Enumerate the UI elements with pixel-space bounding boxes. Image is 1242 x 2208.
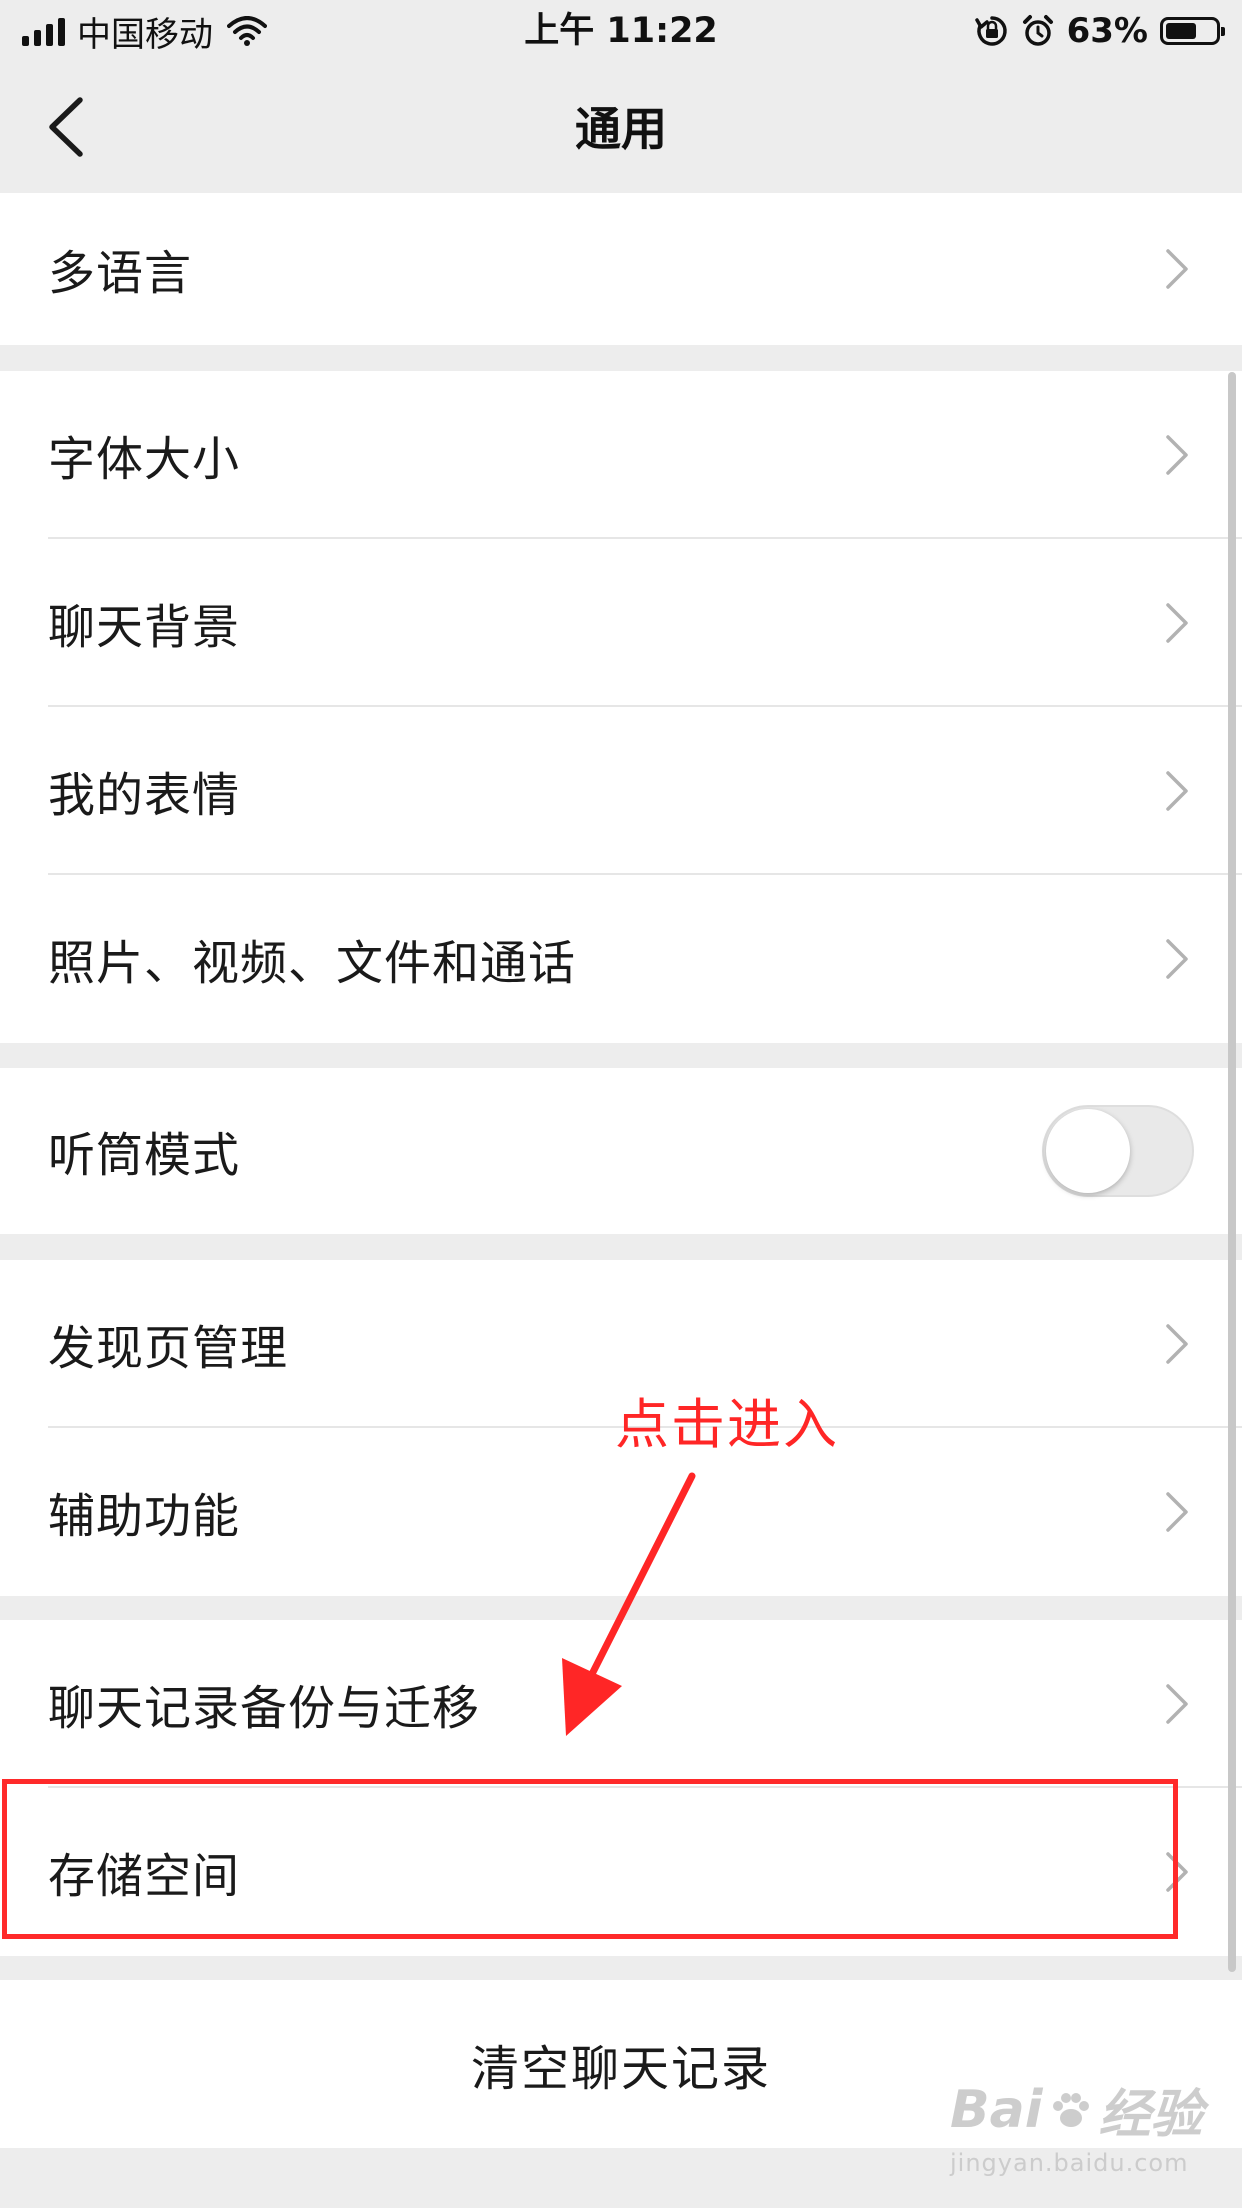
chevron-right-icon [1166, 1324, 1188, 1364]
chevron-right-icon [1166, 939, 1188, 979]
status-right: 63% [974, 8, 1225, 54]
row-label: 多语言 [48, 246, 192, 302]
row-my-stickers[interactable]: 我的表情 [0, 707, 1242, 875]
annotation-text: 点击进入 [615, 1393, 839, 1456]
row-label: 听筒模式 [48, 1128, 240, 1184]
row-chat-background[interactable]: 聊天背景 [0, 539, 1242, 707]
earpiece-mode-toggle[interactable] [1042, 1105, 1194, 1197]
watermark: Bai 经验 jingyan.baidu.com [950, 2072, 1220, 2178]
row-earpiece-mode: 听筒模式 [0, 1068, 1242, 1234]
row-label: 辅助功能 [48, 1489, 240, 1545]
battery-icon [1160, 17, 1225, 45]
screen: 中国移动 上午 11:22 63% 通用 多语言 字体大小 聊天背景 我的表情 … [0, 0, 1242, 2208]
scrollbar[interactable] [1228, 372, 1236, 1972]
row-label: 发现页管理 [48, 1321, 288, 1377]
chevron-right-icon [1166, 249, 1188, 289]
page-title: 通用 [575, 102, 667, 156]
chevron-right-icon [1166, 1492, 1188, 1532]
row-label: 照片、视频、文件和通话 [48, 936, 576, 992]
status-bar: 中国移动 上午 11:22 63% [0, 0, 1242, 62]
alarm-icon [1022, 15, 1053, 46]
storage-highlight-box [2, 1779, 1178, 1939]
watermark-logo: Bai 经验 [950, 2072, 1220, 2147]
row-font-size[interactable]: 字体大小 [0, 371, 1242, 539]
battery-fill [1166, 23, 1196, 39]
row-label: 我的表情 [48, 768, 240, 824]
settings-group-earpiece: 听筒模式 [0, 1068, 1242, 1234]
settings-group-display: 字体大小 聊天背景 我的表情 照片、视频、文件和通话 [0, 371, 1242, 1043]
watermark-url: jingyan.baidu.com [950, 2149, 1189, 2177]
rotation-lock-icon [974, 16, 1007, 46]
paw-icon [1052, 2092, 1089, 2127]
row-language[interactable]: 多语言 [0, 193, 1242, 345]
row-label: 聊天记录备份与迁移 [48, 1681, 480, 1737]
toggle-knob [1046, 1109, 1130, 1193]
nav-bar: 通用 [0, 62, 1242, 192]
row-media-files-calls[interactable]: 照片、视频、文件和通话 [0, 875, 1242, 1043]
row-label: 字体大小 [48, 432, 240, 488]
chevron-right-icon [1166, 771, 1188, 811]
chevron-right-icon [1166, 603, 1188, 643]
annotation-arrow-icon [562, 1472, 696, 1736]
row-label: 聊天背景 [48, 600, 240, 656]
watermark-brand: Bai [950, 2079, 1043, 2140]
watermark-brand-suffix: 经验 [1098, 2085, 1203, 2145]
chevron-right-icon [1166, 1684, 1188, 1724]
settings-group-language: 多语言 [0, 193, 1242, 345]
battery-percent: 63% [1066, 11, 1148, 51]
chevron-right-icon [1166, 435, 1188, 475]
